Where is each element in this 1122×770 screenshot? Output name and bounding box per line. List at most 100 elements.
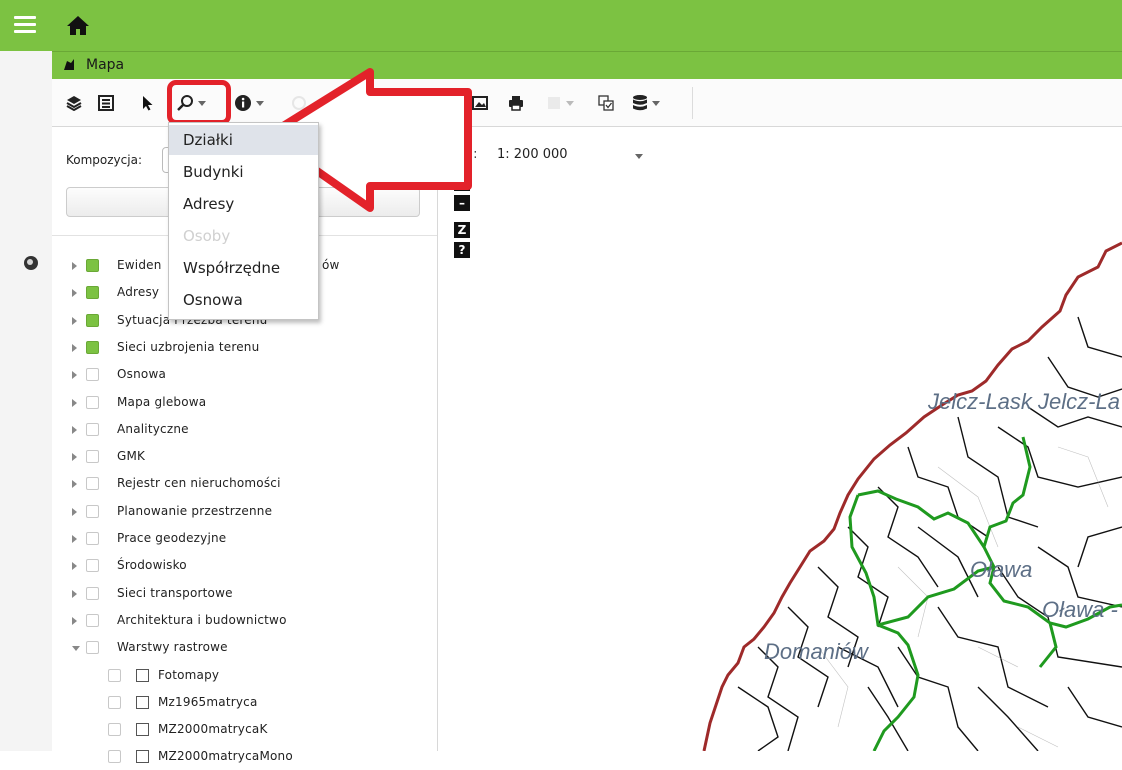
layer-visibility-checkbox[interactable] xyxy=(136,668,149,682)
layer-visibility-checkbox[interactable] xyxy=(136,695,149,709)
layer-checkbox[interactable] xyxy=(86,532,99,545)
layer-checkbox[interactable] xyxy=(86,259,99,272)
layer-tree-row[interactable]: GMK xyxy=(52,444,437,470)
expand-closed-icon[interactable] xyxy=(72,589,77,598)
layer-tree-row[interactable]: Analityczne xyxy=(52,417,437,443)
legend-tool[interactable] xyxy=(98,92,114,114)
layer-label: MZ2000matrycaK xyxy=(158,722,268,737)
layer-tree-row[interactable]: Prace geodezyjne xyxy=(52,526,437,552)
expand-closed-icon[interactable] xyxy=(72,480,77,489)
layer-label: Mz1965matryca xyxy=(158,694,258,709)
layer-checkbox[interactable] xyxy=(86,613,99,627)
panel-title-bar: Mapa xyxy=(52,51,1122,79)
search-menu-item-4[interactable]: Współrzędne xyxy=(169,253,318,283)
scale-value[interactable]: 1: 200 000 xyxy=(497,147,568,162)
layer-visibility-checkbox[interactable] xyxy=(136,723,149,737)
layer-tree-row[interactable]: Architektura i budownictwo xyxy=(52,608,437,634)
map-label-jelcz: Jelcz-Lask Jelcz-La xyxy=(928,389,1120,414)
list-icon xyxy=(98,95,114,111)
ruler-icon xyxy=(353,100,369,109)
chevron-down-icon xyxy=(256,100,264,106)
expand-closed-icon[interactable] xyxy=(72,262,77,270)
layer-tree-row[interactable]: Rejestr cen nieruchomości xyxy=(52,471,437,497)
expand-closed-icon[interactable] xyxy=(72,453,77,462)
layer-checkbox[interactable] xyxy=(86,641,99,655)
search-menu-item-5[interactable]: Osnowa xyxy=(169,285,318,315)
layer-checkbox[interactable] xyxy=(108,750,121,764)
layer-checkbox[interactable] xyxy=(108,668,121,682)
expand-closed-icon[interactable] xyxy=(72,398,77,407)
select-tool[interactable] xyxy=(142,92,154,114)
layer-checkbox[interactable] xyxy=(86,340,99,354)
hamburger-menu-icon[interactable] xyxy=(14,16,36,36)
layer-tree-row[interactable]: Warstwy rastrowe xyxy=(52,635,437,661)
expand-closed-icon[interactable] xyxy=(72,371,77,380)
layer-checkbox[interactable] xyxy=(86,368,99,382)
search-menu-item-1[interactable]: Budynki xyxy=(169,157,318,187)
measure-area-tool[interactable] xyxy=(410,92,428,114)
layer-tree-row[interactable]: MZ2000matrycaK xyxy=(52,717,437,743)
layer-tree-row[interactable]: Mapa glebowa xyxy=(52,390,437,416)
expand-closed-icon[interactable] xyxy=(72,562,77,571)
layer-checkbox[interactable] xyxy=(86,559,99,573)
layer-checkbox[interactable] xyxy=(86,422,99,436)
layer-label: Adresy xyxy=(117,285,160,300)
map-view[interactable]: Skala: 1: 200 000 + – Z ? Jelcz-Lask Jel… xyxy=(438,127,1122,751)
layer-checkbox[interactable] xyxy=(86,504,99,518)
layer-tree-row[interactable]: Sieci uzbrojenia terenu xyxy=(52,335,437,361)
search-dropdown-menu: Działki Budynki Adresy Osoby Współrzędne Osno… xyxy=(168,122,319,320)
layer-label-tail: ów xyxy=(322,258,340,272)
layer-checkbox[interactable] xyxy=(86,313,99,327)
measure-length-tool[interactable] xyxy=(352,92,370,114)
layer-checkbox[interactable] xyxy=(108,723,121,737)
expand-open-icon[interactable] xyxy=(72,646,80,652)
zoom-extent-button[interactable]: Z xyxy=(454,222,470,238)
chevron-down-icon[interactable] xyxy=(635,154,643,159)
search-tool-highlight xyxy=(167,80,231,125)
layer-checkbox[interactable] xyxy=(86,586,99,600)
home-icon[interactable] xyxy=(66,14,90,36)
layer-label: Fotomapy xyxy=(158,667,220,682)
selection-tool[interactable] xyxy=(598,92,614,114)
top-bar xyxy=(0,0,1122,51)
search-menu-item-0[interactable]: Działki xyxy=(169,125,318,155)
layer-tree-row[interactable]: Sieci transportowe xyxy=(52,581,437,607)
map-label-olawa-gmina: Oława - xyxy=(1042,597,1118,622)
help-button[interactable]: ? xyxy=(454,242,470,258)
expand-closed-icon[interactable] xyxy=(72,289,77,298)
layer-checkbox[interactable] xyxy=(86,395,99,409)
layers-tool[interactable] xyxy=(66,92,82,114)
print-tool[interactable] xyxy=(508,92,524,114)
layer-checkbox[interactable] xyxy=(108,695,121,709)
layer-tree-row[interactable]: MZ2000matrycaMono xyxy=(52,744,437,770)
globe-icon[interactable] xyxy=(24,256,38,270)
layer-label: MZ2000matrycaMono xyxy=(158,749,293,764)
layer-tree-row[interactable]: Środowisko xyxy=(52,553,437,579)
layer-label: Osnowa xyxy=(117,367,167,382)
expand-closed-icon[interactable] xyxy=(72,535,77,543)
expand-closed-icon[interactable] xyxy=(72,616,77,625)
export-image-tool[interactable] xyxy=(472,92,488,114)
expand-closed-icon[interactable] xyxy=(72,343,77,352)
layer-label: Ewiden xyxy=(117,258,162,272)
search-menu-item-2[interactable]: Adresy xyxy=(169,189,318,219)
scale-label: Skala: xyxy=(438,147,478,162)
expand-closed-icon[interactable] xyxy=(72,425,77,434)
zoom-in-button[interactable]: + xyxy=(454,175,470,191)
layer-tree-row[interactable]: Fotomapy xyxy=(52,663,437,689)
expand-closed-icon[interactable] xyxy=(72,316,77,325)
info-tool[interactable] xyxy=(234,92,264,114)
layer-visibility-checkbox[interactable] xyxy=(136,750,149,764)
layer-checkbox[interactable] xyxy=(86,286,99,300)
layer-checkbox[interactable] xyxy=(86,477,99,491)
layer-label: GMK xyxy=(117,449,146,464)
layer-tree-row[interactable]: Mz1965matryca xyxy=(52,690,437,716)
printer-icon xyxy=(509,96,523,111)
layer-tree-row[interactable]: Planowanie przestrzenne xyxy=(52,499,437,525)
search-menu-item-3: Osoby xyxy=(183,227,231,245)
zoom-out-button[interactable]: – xyxy=(454,195,470,211)
layer-tree-row[interactable]: Osnowa xyxy=(52,362,437,388)
expand-closed-icon[interactable] xyxy=(72,507,77,516)
database-tool[interactable] xyxy=(632,92,660,114)
layer-checkbox[interactable] xyxy=(86,450,99,464)
